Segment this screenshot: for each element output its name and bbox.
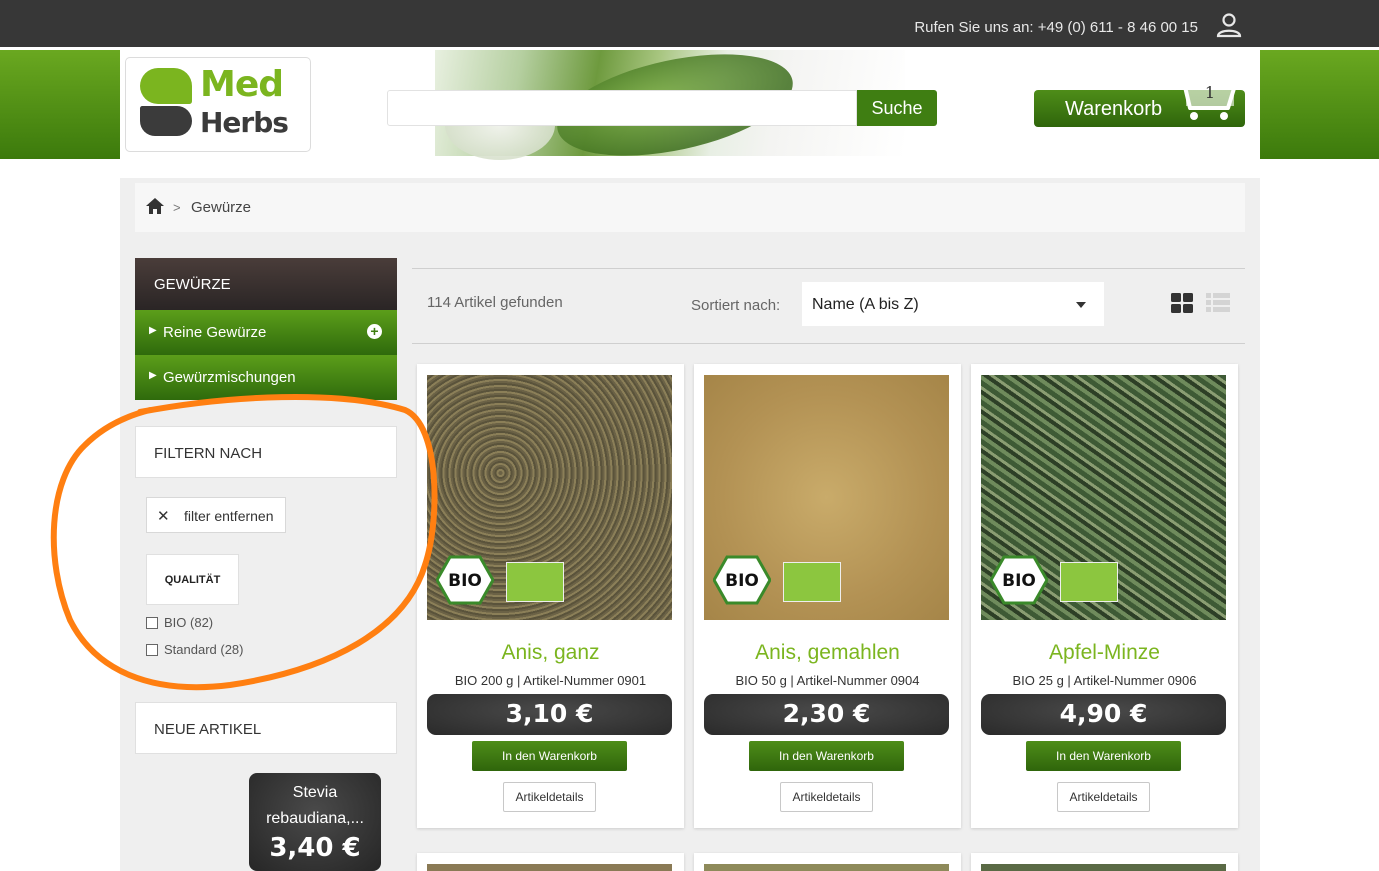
- product-details-button[interactable]: Artikeldetails: [1057, 782, 1150, 812]
- bio-seal-icon: BIO: [436, 555, 494, 605]
- new-product-name-line1: Stevia: [292, 784, 338, 801]
- product-details-button[interactable]: Artikeldetails: [503, 782, 596, 812]
- product-card[interactable]: BIO Apfel-Minze BIO 25 g | Artikel-Numme…: [971, 364, 1238, 828]
- breadcrumb-separator: >: [173, 200, 181, 215]
- checkbox[interactable]: [146, 617, 158, 629]
- new-product-price: 3,40 €: [269, 833, 361, 863]
- divider: [412, 268, 1245, 269]
- product-name[interactable]: Anis, ganz: [417, 641, 684, 665]
- close-icon: ✕: [157, 508, 170, 525]
- product-meta: BIO 50 g | Artikel-Nummer 0904: [735, 673, 920, 688]
- add-to-cart-button[interactable]: In den Warenkorb: [749, 741, 904, 771]
- product-price: 2,30 €: [704, 694, 949, 735]
- breadcrumb-current: Gewürze: [191, 199, 252, 216]
- product-card[interactable]: BIO Anis, ganz BIO 200 g | Artikel-Numme…: [417, 364, 684, 828]
- search-button[interactable]: Suche: [857, 90, 937, 126]
- caret-right-icon: ▶: [149, 325, 157, 336]
- product-meta: BIO 25 g | Artikel-Nummer 0906: [1012, 673, 1197, 688]
- cart-count: 1: [1204, 83, 1216, 102]
- product-price: 4,90 €: [981, 694, 1226, 735]
- logo-text-med: Med: [200, 64, 284, 105]
- remove-filter-label: filter entfernen: [184, 508, 274, 524]
- product-name[interactable]: Anis, gemahlen: [694, 641, 961, 665]
- filter-option-label: Standard (28): [164, 642, 244, 657]
- product-price: 3,10 €: [427, 694, 672, 735]
- quality-filter-heading[interactable]: QUALITÄT: [146, 554, 239, 605]
- bio-seal-icon: BIO: [990, 555, 1048, 605]
- sort-value: Name (A bis Z): [812, 296, 919, 313]
- eu-organic-logo: [1060, 562, 1118, 602]
- product-name[interactable]: Apfel-Minze: [971, 641, 1238, 665]
- home-icon[interactable]: [145, 197, 165, 215]
- search-input[interactable]: [387, 90, 857, 126]
- cart-label: Warenkorb: [1065, 98, 1163, 120]
- add-to-cart-button[interactable]: In den Warenkorb: [472, 741, 627, 771]
- sidebar-item-label: Reine Gewürze: [163, 324, 267, 341]
- product-details-button[interactable]: Artikeldetails: [780, 782, 873, 812]
- product-image[interactable]: [704, 864, 949, 871]
- expand-plus-icon[interactable]: +: [367, 324, 382, 339]
- breadcrumb: > Gewürze: [135, 183, 1245, 232]
- phone-number: Rufen Sie uns an: +49 (0) 611 - 8 46 00 …: [914, 19, 1198, 36]
- bio-seal-text: BIO: [448, 571, 482, 591]
- bio-seal-text: BIO: [1002, 571, 1036, 591]
- new-product-card[interactable]: Stevia rebaudiana,... 3,40 €: [249, 773, 381, 871]
- chevron-down-icon: [1076, 302, 1086, 308]
- product-meta: BIO 200 g | Artikel-Nummer 0901: [454, 673, 647, 688]
- new-product-name-line2: rebaudiana,...: [266, 810, 364, 827]
- list-view-icon[interactable]: [1206, 293, 1230, 313]
- add-to-cart-button[interactable]: In den Warenkorb: [1026, 741, 1181, 771]
- site-logo[interactable]: Med Herbs: [126, 58, 310, 151]
- sort-label: Sortiert nach:: [691, 297, 781, 314]
- remove-filter-button[interactable]: ✕ filter entfernen: [146, 497, 286, 533]
- product-card[interactable]: [417, 853, 684, 871]
- eu-organic-logo: [783, 562, 841, 602]
- filter-option-label: BIO (82): [164, 615, 214, 630]
- sidebar-item-reine-gewuerze[interactable]: ▶ Reine Gewürze +: [135, 310, 397, 355]
- results-count: 114 Artikel gefunden: [427, 294, 563, 311]
- sort-select[interactable]: Name (A bis Z): [802, 282, 1104, 326]
- new-products-title: NEUE ARTIKEL: [135, 702, 397, 754]
- user-account-icon[interactable]: [1215, 11, 1243, 39]
- sidebar-item-gewuerzmischungen[interactable]: ▶ Gewürzmischungen: [135, 355, 397, 400]
- eu-organic-logo: [506, 562, 564, 602]
- product-image[interactable]: [981, 864, 1226, 871]
- product-card[interactable]: BIO Anis, gemahlen BIO 50 g | Artikel-Nu…: [694, 364, 961, 828]
- top-bar: Rufen Sie uns an: +49 (0) 611 - 8 46 00 …: [0, 0, 1379, 47]
- logo-leaf-green: [140, 68, 192, 104]
- filter-title: FILTERN NACH: [135, 426, 397, 478]
- product-card[interactable]: [971, 853, 1238, 871]
- logo-text-herbs: Herbs: [200, 106, 289, 139]
- logo-leaf-dark: [140, 106, 192, 136]
- caret-right-icon: ▶: [149, 370, 157, 381]
- grid-view-icon[interactable]: [1171, 293, 1193, 313]
- divider: [412, 343, 1245, 344]
- sidebar-item-label: Gewürzmischungen: [163, 369, 296, 386]
- checkbox[interactable]: [146, 644, 158, 656]
- bio-seal-text: BIO: [725, 571, 759, 591]
- product-card[interactable]: [694, 853, 961, 871]
- bio-seal-icon: BIO: [713, 555, 771, 605]
- category-title: GEWÜRZE: [135, 258, 397, 310]
- product-image[interactable]: [427, 864, 672, 871]
